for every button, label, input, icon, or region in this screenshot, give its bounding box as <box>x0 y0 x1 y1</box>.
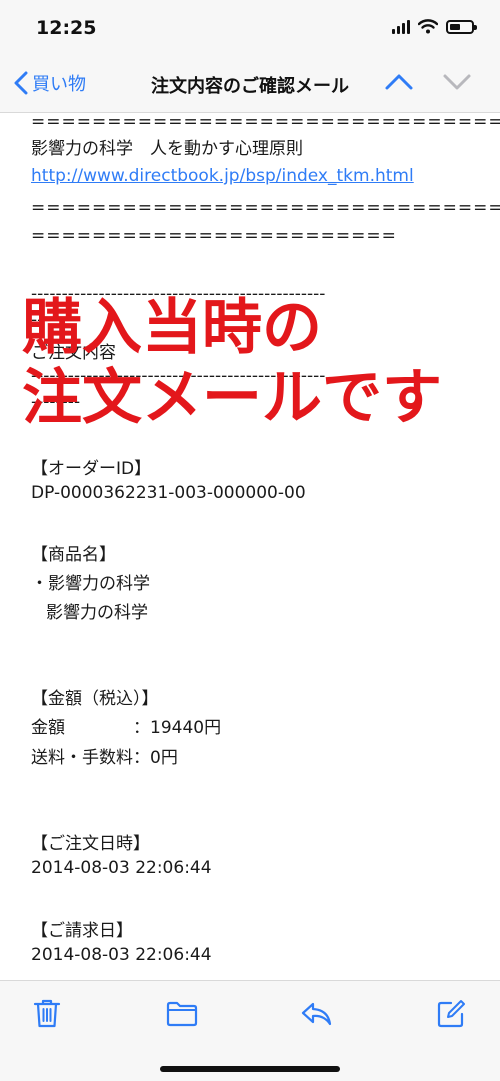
separator-line: ======================== <box>31 226 397 246</box>
section-heading-order-details: ご注文内容 <box>31 343 116 363</box>
page-title: 注文内容のご確認メール <box>151 76 349 97</box>
trash-icon <box>33 999 61 1028</box>
product-name-line: ・影響力の科学 <box>31 574 150 594</box>
product-name-line: 影響力の科学 <box>46 603 148 623</box>
chevron-down-icon <box>443 74 471 90</box>
order-id-value: DP-0000362231-003-000000-00 <box>31 483 306 503</box>
home-indicator <box>160 1066 340 1072</box>
billing-date-value: 2014-08-03 22:06:44 <box>31 945 212 965</box>
wifi-icon <box>418 19 438 34</box>
book-link[interactable]: http://www.directbook.jp/bsp/index_tkm.h… <box>31 166 414 186</box>
chevron-up-icon <box>385 74 413 90</box>
reply-icon <box>301 1002 332 1026</box>
cellular-signal-icon <box>392 19 410 34</box>
order-id-label: 【オーダーID】 <box>31 459 152 479</box>
compose-button[interactable] <box>436 999 466 1033</box>
product-name-label: 【商品名】 <box>31 545 116 565</box>
book-title: 影響力の科学 人を動かす心理原則 <box>31 139 303 159</box>
status-time: 12:25 <box>36 17 97 39</box>
delete-button[interactable] <box>33 997 61 1033</box>
email-body[interactable]: ===================================== 影響… <box>0 112 500 980</box>
shipping-fee-value: 送料・手数料：0円 <box>31 748 178 768</box>
previous-message-button[interactable] <box>384 70 414 98</box>
order-date-value: 2014-08-03 22:06:44 <box>31 858 212 878</box>
separator-line: ===================================== <box>31 112 500 132</box>
amount-value: 金額 ：19440円 <box>31 718 222 738</box>
amount-label: 【金額（税込）】 <box>31 689 159 709</box>
battery-icon <box>446 19 477 34</box>
order-date-label: 【ご注文日時】 <box>31 834 150 854</box>
separator-line: ===================================== <box>31 198 500 218</box>
status-bar: 12:25 <box>0 0 500 56</box>
dashed-separator-short: -------- <box>31 392 81 412</box>
status-icons <box>392 19 477 34</box>
dashed-separator: ----------------------------------------… <box>31 284 326 304</box>
compose-icon <box>437 1000 465 1028</box>
move-to-folder-button[interactable] <box>166 1001 198 1031</box>
folder-icon <box>166 1001 198 1027</box>
dashed-separator: ----------------------------------------… <box>31 366 326 386</box>
dashed-separator-short: -------- <box>31 310 81 330</box>
next-message-button[interactable] <box>442 70 472 98</box>
navigation-bar: 買い物 注文内容のご確認メール <box>0 56 500 113</box>
billing-date-label: 【ご請求日】 <box>31 921 133 941</box>
reply-button[interactable] <box>300 1001 332 1031</box>
